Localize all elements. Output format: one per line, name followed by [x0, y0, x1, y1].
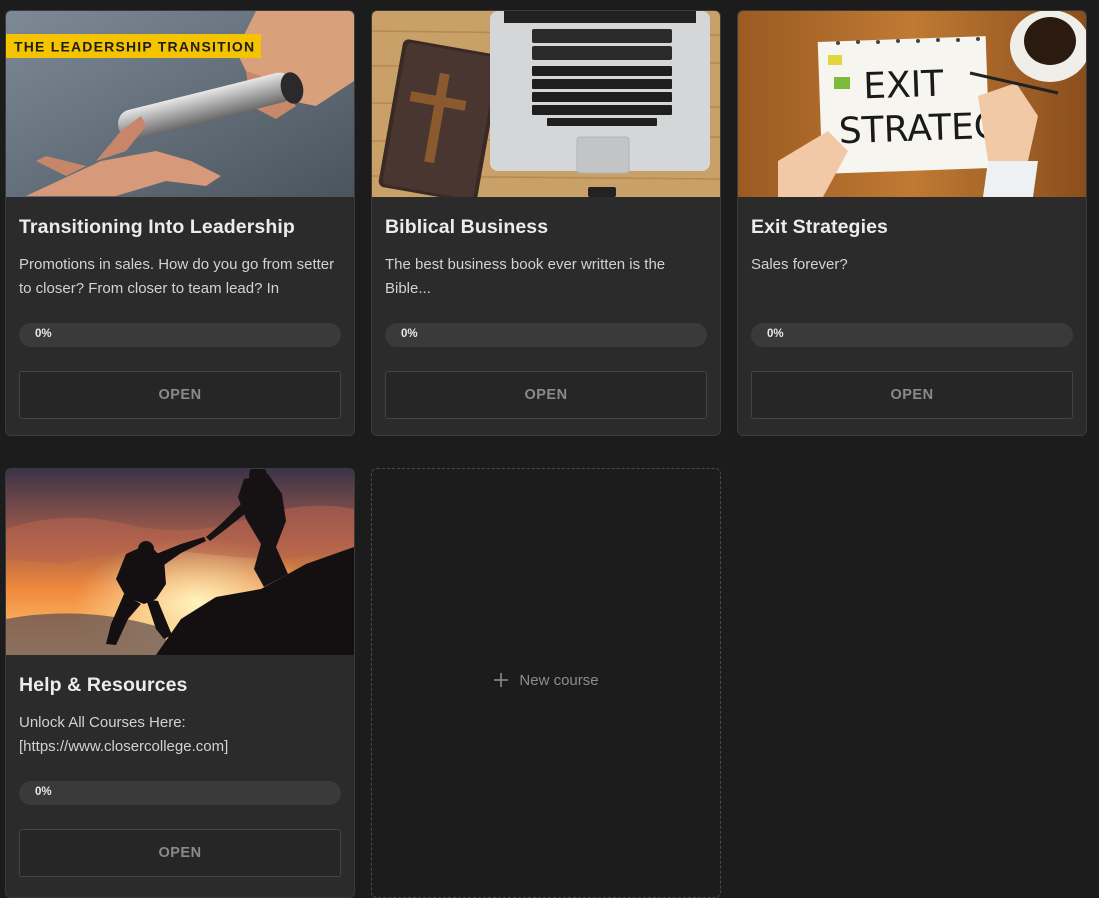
course-card-exit-strategies[interactable]: EXIT STRATEGY Exit Strategies Sales fore… — [737, 10, 1087, 436]
course-card-leadership[interactable]: THE LEADERSHIP TRANSITION Transitioning … — [5, 10, 355, 436]
course-image-help-resources — [6, 469, 354, 655]
course-title: Help & Resources — [19, 674, 188, 696]
course-title: Biblical Business — [385, 216, 549, 238]
course-progress-label: 0% — [401, 328, 418, 340]
course-progress-bar: 0% — [385, 323, 707, 347]
course-image-exit-strategies: EXIT STRATEGY — [738, 11, 1086, 197]
course-title: Transitioning Into Leadership — [19, 216, 295, 238]
course-progress-label: 0% — [35, 786, 52, 798]
plus-icon — [494, 673, 509, 687]
open-course-button[interactable]: OPEN — [751, 371, 1073, 419]
course-card-biblical-business[interactable]: Biblical Business The best business book… — [371, 10, 721, 436]
open-course-button[interactable]: OPEN — [19, 371, 341, 419]
course-description: Promotions in sales. How do you go from … — [19, 256, 335, 297]
course-progress-label: 0% — [35, 328, 52, 340]
open-course-button[interactable]: OPEN — [385, 371, 707, 419]
course-image-biblical-business — [372, 11, 720, 197]
course-progress-bar: 0% — [19, 323, 341, 347]
course-title: Exit Strategies — [751, 216, 888, 238]
course-card-help-resources[interactable]: Help & Resources Unlock All Courses Here… — [5, 468, 355, 898]
course-progress-label: 0% — [767, 328, 784, 340]
exit-image-caption-line1: EXIT — [863, 64, 945, 108]
leadership-image-caption: THE LEADERSHIP TRANSITION — [14, 39, 255, 55]
course-description: Unlock All Courses Here: [https://www.cl… — [19, 714, 229, 755]
new-course-button[interactable]: New course — [493, 671, 599, 689]
new-course-tile[interactable]: New course — [371, 468, 721, 898]
course-progress-bar: 0% — [19, 781, 341, 805]
course-image-leadership: THE LEADERSHIP TRANSITION — [6, 11, 354, 197]
course-progress-bar: 0% — [751, 323, 1073, 347]
course-description: Sales forever? — [751, 256, 848, 273]
open-course-button[interactable]: OPEN — [19, 829, 341, 877]
course-description: The best business book ever written is t… — [385, 256, 666, 297]
new-course-label: New course — [519, 671, 599, 689]
